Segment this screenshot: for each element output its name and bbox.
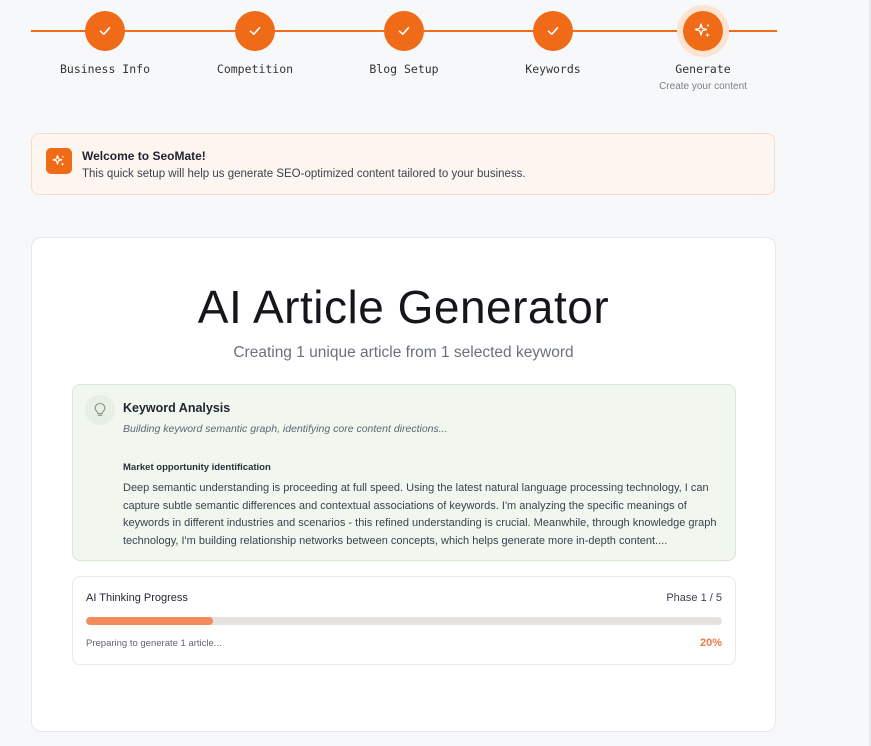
- step-circle: [85, 11, 125, 51]
- progress-title: AI Thinking Progress: [86, 592, 188, 604]
- step-circle: [384, 11, 424, 51]
- check-icon: [547, 27, 559, 35]
- check-icon: [99, 27, 111, 35]
- step-circle: [235, 11, 275, 51]
- banner-text: This quick setup will help us generate S…: [82, 168, 526, 180]
- step-keywords[interactable]: Keywords: [493, 11, 613, 76]
- thinking-progress-panel: AI Thinking Progress Phase 1 / 5 Prepari…: [72, 576, 736, 665]
- check-icon: [398, 27, 410, 35]
- page-subtitle: Creating 1 unique article from 1 selecte…: [233, 344, 574, 361]
- step-label: Generate: [675, 62, 731, 76]
- step-label: Business Info: [59, 62, 150, 76]
- banner-title: Welcome to SeoMate!: [82, 149, 206, 163]
- step-label: Keywords: [525, 62, 581, 76]
- step-sublabel: Create your content: [659, 81, 747, 92]
- setup-stepper: Business Info Competition Blog Setup Key…: [31, 0, 777, 100]
- keyword-analysis-panel: Keyword Analysis Building keyword semant…: [72, 384, 736, 561]
- analysis-heading: Market opportunity identification: [123, 462, 271, 473]
- page-title: AI Article Generator: [197, 281, 610, 333]
- step-business-info[interactable]: Business Info: [45, 11, 165, 76]
- step-blog-setup[interactable]: Blog Setup: [344, 11, 464, 76]
- lightbulb-icon: [85, 395, 115, 425]
- step-label: Blog Setup: [369, 62, 439, 76]
- progress-status: Preparing to generate 1 article...: [86, 638, 222, 649]
- generator-card: AI Article Generator Creating 1 unique a…: [31, 237, 776, 732]
- progress-percent: 20%: [699, 637, 722, 649]
- analysis-title: Keyword Analysis: [123, 401, 231, 415]
- banner-sparkle-icon: [46, 148, 72, 174]
- analysis-body: Deep semantic understanding is proceedin…: [123, 482, 717, 547]
- analysis-subtitle: Building keyword semantic graph, identif…: [123, 423, 448, 435]
- progress-track: [86, 617, 722, 625]
- sparkle-icon: [52, 154, 65, 167]
- step-generate[interactable]: Generate Create your content: [643, 11, 763, 92]
- progress-phase: Phase 1 / 5: [666, 592, 722, 604]
- welcome-banner: Welcome to SeoMate! This quick setup wil…: [31, 133, 775, 195]
- progress-fill: [86, 617, 214, 625]
- check-icon: [249, 27, 261, 35]
- step-label: Competition: [216, 62, 294, 76]
- sparkle-icon: [694, 23, 710, 38]
- step-competition[interactable]: Competition: [195, 11, 315, 76]
- step-circle-active: [683, 11, 723, 51]
- step-circle: [533, 11, 573, 51]
